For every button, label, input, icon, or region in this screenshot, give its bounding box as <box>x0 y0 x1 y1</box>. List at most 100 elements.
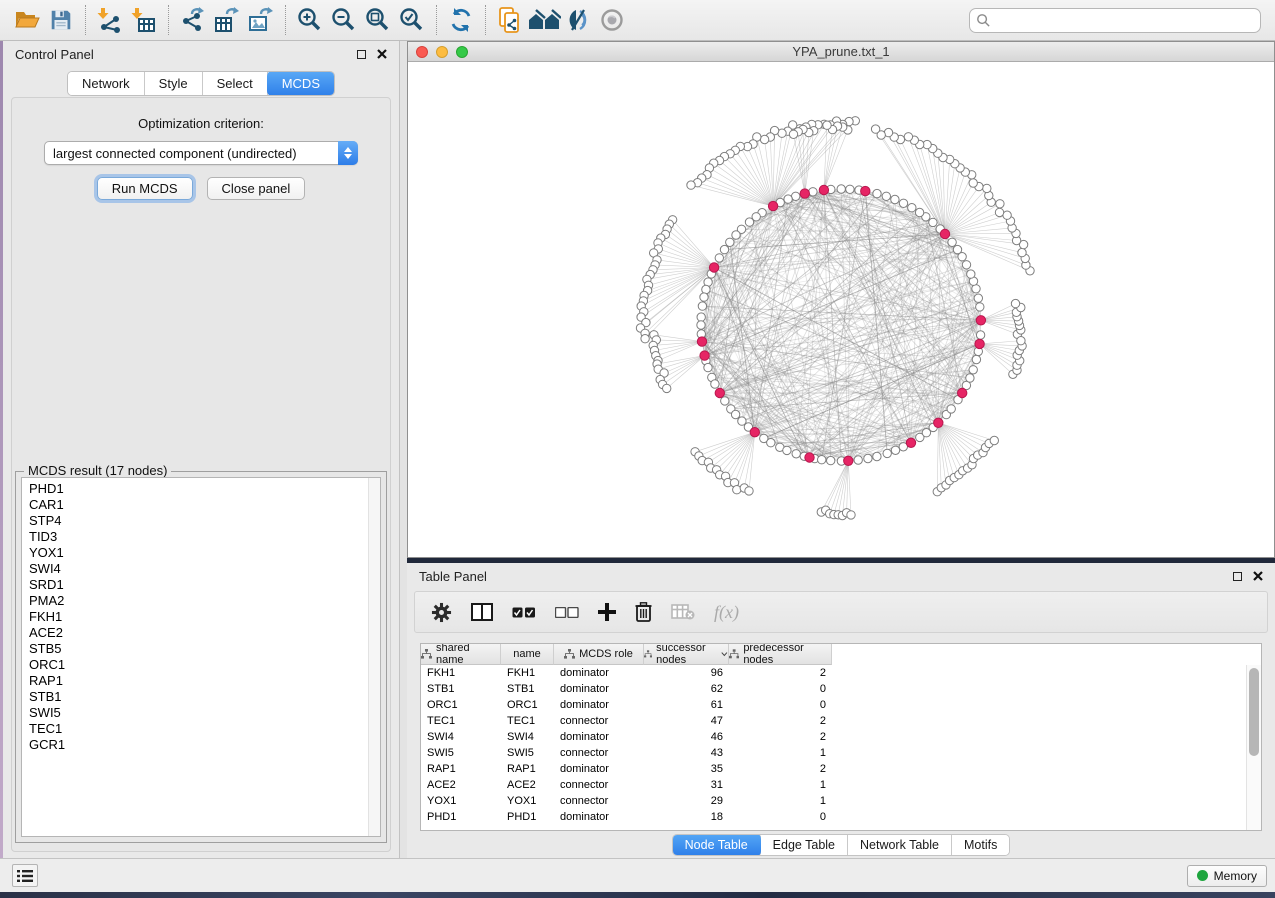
mcds-result-item[interactable]: SRD1 <box>29 577 380 593</box>
tab-style[interactable]: Style <box>145 72 203 95</box>
table-panel-title: Table Panel <box>419 569 487 584</box>
table-cell: SWI4 <box>501 729 554 745</box>
tab-network-table[interactable]: Network Table <box>848 835 952 855</box>
houses-icon[interactable] <box>527 3 561 37</box>
table-row[interactable]: TEC1TEC1connector472 <box>421 713 1261 729</box>
mcds-result-item[interactable]: STB1 <box>29 689 380 705</box>
tab-edge-table[interactable]: Edge Table <box>761 835 848 855</box>
eye-icon[interactable] <box>595 3 629 37</box>
table-cell: 0 <box>729 681 832 697</box>
mcds-result-item[interactable]: SWI4 <box>29 561 380 577</box>
show-columns-icon[interactable] <box>471 603 493 621</box>
export-image-icon[interactable] <box>244 3 278 37</box>
scrollbar-thumb[interactable] <box>1249 668 1259 756</box>
table-cell: 61 <box>644 697 729 713</box>
table-row[interactable]: STB1STB1dominator620 <box>421 681 1261 697</box>
table-cell: dominator <box>554 681 644 697</box>
task-history-button[interactable] <box>12 864 38 887</box>
table-cell: YOX1 <box>501 793 554 809</box>
zoom-selected-icon[interactable] <box>395 3 429 37</box>
zoom-fit-icon[interactable] <box>361 3 395 37</box>
export-network-icon[interactable] <box>176 3 210 37</box>
table-cell: RAP1 <box>501 761 554 777</box>
table-row[interactable]: PHD1PHD1dominator180 <box>421 809 1261 825</box>
toolbar-separator <box>85 5 86 35</box>
panel-splitter[interactable] <box>400 41 407 858</box>
column-header-successor-nodes[interactable]: successor nodes <box>644 644 729 665</box>
vizmap-eye-icon[interactable] <box>561 3 595 37</box>
table-row[interactable]: ORC1ORC1dominator610 <box>421 697 1261 713</box>
table-row[interactable]: RAP1RAP1dominator352 <box>421 761 1261 777</box>
tab-network[interactable]: Network <box>68 72 145 95</box>
table-row[interactable]: SWI5SWI5connector431 <box>421 745 1261 761</box>
deselect-all-icon[interactable] <box>555 607 579 618</box>
table-settings-gear-icon[interactable] <box>431 602 452 623</box>
column-header-name[interactable]: name <box>501 644 554 665</box>
mcds-result-item[interactable]: PMA2 <box>29 593 380 609</box>
list-scrollbar[interactable] <box>368 478 380 836</box>
mcds-result-title: MCDS result (17 nodes) <box>24 463 171 478</box>
table-scrollbar[interactable] <box>1246 665 1261 830</box>
tab-node-table[interactable]: Node Table <box>672 834 762 856</box>
table-cell: 31 <box>644 777 729 793</box>
mcds-result-item[interactable]: ACE2 <box>29 625 380 641</box>
close-panel-icon[interactable] <box>1253 571 1263 581</box>
mcds-result-item[interactable]: STP4 <box>29 513 380 529</box>
table-cell: FKH1 <box>501 665 554 681</box>
close-panel-button[interactable]: Close panel <box>207 177 306 200</box>
import-table-icon[interactable] <box>127 3 161 37</box>
mcds-result-item[interactable]: SWI5 <box>29 705 380 721</box>
delete-column-icon[interactable] <box>635 602 652 622</box>
close-panel-icon[interactable] <box>377 49 387 59</box>
tab-motifs[interactable]: Motifs <box>952 835 1009 855</box>
memory-button[interactable]: Memory <box>1187 865 1267 887</box>
float-window-icon[interactable] <box>357 50 366 59</box>
mcds-result-item[interactable]: FKH1 <box>29 609 380 625</box>
toolbar-separator <box>168 5 169 35</box>
refresh-icon[interactable] <box>444 3 478 37</box>
table-cell: 2 <box>729 665 832 681</box>
import-network-icon[interactable] <box>93 3 127 37</box>
table-cell: connector <box>554 777 644 793</box>
mcds-result-item[interactable]: ORC1 <box>29 657 380 673</box>
table-row[interactable]: ACE2ACE2connector311 <box>421 777 1261 793</box>
table-row[interactable]: YOX1YOX1connector291 <box>421 793 1261 809</box>
mcds-result-item[interactable]: TID3 <box>29 529 380 545</box>
zoom-in-icon[interactable] <box>293 3 327 37</box>
mcds-result-item[interactable]: RAP1 <box>29 673 380 689</box>
add-column-icon[interactable] <box>598 603 616 621</box>
mcds-result-item[interactable]: STB5 <box>29 641 380 657</box>
control-panel-titlebar: Control Panel <box>3 41 399 67</box>
tab-mcds[interactable]: MCDS <box>267 71 335 96</box>
document-share-icon[interactable] <box>493 3 527 37</box>
optimization-criterion-select[interactable]: largest connected component (undirected) <box>44 141 358 165</box>
minimize-window-icon[interactable] <box>436 46 448 58</box>
table-row[interactable]: SWI4SWI4dominator462 <box>421 729 1261 745</box>
run-mcds-button[interactable]: Run MCDS <box>97 177 193 200</box>
close-window-icon[interactable] <box>416 46 428 58</box>
save-session-icon[interactable] <box>44 3 78 37</box>
table-cell: TEC1 <box>501 713 554 729</box>
mcds-result-item[interactable]: PHD1 <box>29 481 380 497</box>
mcds-result-item[interactable]: CAR1 <box>29 497 380 513</box>
column-header-predecessor-nodes[interactable]: predecessor nodes <box>729 644 832 665</box>
network-graph[interactable] <box>408 62 1274 557</box>
search-box[interactable] <box>969 8 1261 33</box>
table-cell: 0 <box>729 697 832 713</box>
maximize-window-icon[interactable] <box>456 46 468 58</box>
mcds-result-list[interactable]: PHD1CAR1STP4TID3YOX1SWI4SRD1PMA2FKH1ACE2… <box>21 477 381 837</box>
tab-select[interactable]: Select <box>203 72 268 95</box>
mcds-result-item[interactable]: YOX1 <box>29 545 380 561</box>
mcds-result-item[interactable]: GCR1 <box>29 737 380 753</box>
search-input[interactable] <box>991 13 1254 27</box>
float-window-icon[interactable] <box>1233 572 1242 581</box>
export-table-icon[interactable] <box>210 3 244 37</box>
select-all-icon[interactable] <box>512 607 536 618</box>
column-header-MCDS-role[interactable]: MCDS role <box>554 644 644 665</box>
table-row[interactable]: FKH1FKH1dominator962 <box>421 665 1261 681</box>
network-window-titlebar[interactable]: YPA_prune.txt_1 <box>408 42 1274 62</box>
mcds-result-item[interactable]: TEC1 <box>29 721 380 737</box>
column-header-shared-name[interactable]: shared name <box>421 644 501 665</box>
zoom-out-icon[interactable] <box>327 3 361 37</box>
open-file-icon[interactable] <box>10 3 44 37</box>
